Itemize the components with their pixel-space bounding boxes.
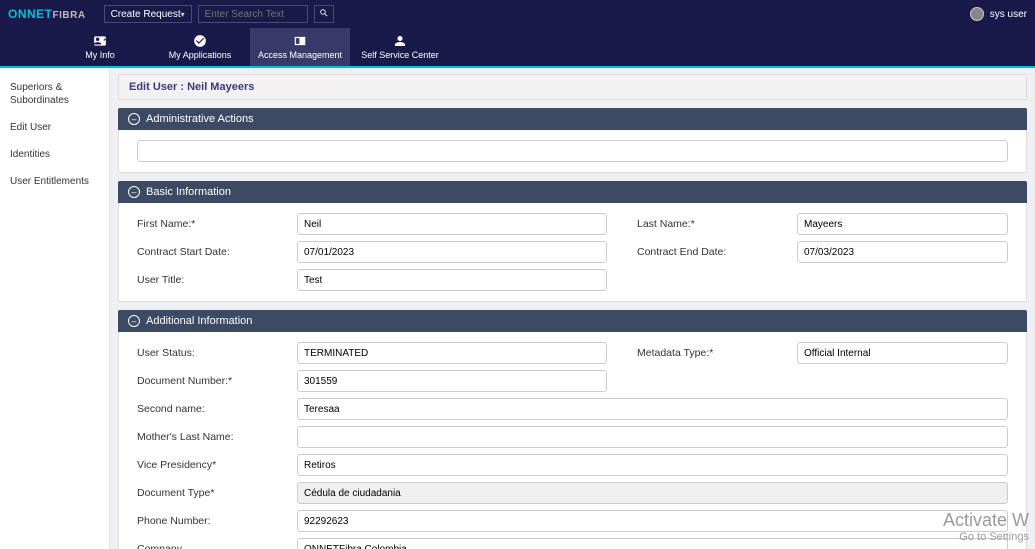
create-request-dropdown[interactable]: Create Request▾ — [104, 5, 192, 23]
tabbar: My Info My Applications Access Managemen… — [0, 28, 1035, 68]
section-admin-header[interactable]: – Administrative Actions — [118, 108, 1027, 130]
sidebar-item-identities[interactable]: Identities — [0, 141, 109, 168]
user-status-label: User Status: — [137, 347, 297, 359]
company-input[interactable] — [297, 538, 1008, 549]
second-name-label: Second name: — [137, 403, 297, 415]
metadata-type-label: Metadata Type:* — [637, 347, 797, 359]
page-title: Edit User : Neil Mayeers — [118, 74, 1027, 100]
doc-number-input[interactable] — [297, 370, 607, 392]
tab-my-info[interactable]: My Info — [50, 28, 150, 66]
second-name-input[interactable] — [297, 398, 1008, 420]
section-basic: – Basic Information First Name:* Last Na… — [118, 181, 1027, 302]
doc-number-label: Document Number:* — [137, 375, 297, 387]
contract-end-input[interactable] — [797, 241, 1008, 263]
brand-logo: ONNETFIBRA — [8, 7, 86, 21]
first-name-input[interactable] — [297, 213, 607, 235]
sidebar-item-entitlements[interactable]: User Entitlements — [0, 168, 109, 195]
mother-last-input[interactable] — [297, 426, 1008, 448]
collapse-icon: – — [128, 113, 140, 125]
company-label: Company — [137, 543, 297, 549]
last-name-input[interactable] — [797, 213, 1008, 235]
sidebar: Superiors & Subordinates Edit User Ident… — [0, 68, 110, 549]
metadata-type-input[interactable] — [797, 342, 1008, 364]
search-input[interactable] — [198, 5, 308, 23]
sidebar-item-superiors[interactable]: Superiors & Subordinates — [0, 74, 109, 114]
mother-last-label: Mother's Last Name: — [137, 431, 297, 443]
topbar: ONNETFIBRA Create Request▾ sys user — [0, 0, 1035, 28]
last-name-label: Last Name:* — [637, 218, 797, 230]
person-icon — [393, 34, 407, 48]
section-basic-header[interactable]: – Basic Information — [118, 181, 1027, 203]
user-title-input[interactable] — [297, 269, 607, 291]
doc-type-label: Document Type* — [137, 487, 297, 499]
check-circle-icon — [193, 34, 207, 48]
contract-start-input[interactable] — [297, 241, 607, 263]
topbar-user[interactable]: sys user — [970, 7, 1027, 21]
phone-label: Phone Number: — [137, 515, 297, 527]
collapse-icon: – — [128, 186, 140, 198]
sidebar-item-edit-user[interactable]: Edit User — [0, 114, 109, 141]
search-button[interactable] — [314, 5, 334, 23]
chevron-down-icon: ▾ — [181, 10, 185, 19]
tab-access-management[interactable]: Access Management — [250, 28, 350, 66]
tab-self-service[interactable]: Self Service Center — [350, 28, 450, 66]
admin-actions-input[interactable] — [137, 140, 1008, 162]
tab-my-applications[interactable]: My Applications — [150, 28, 250, 66]
contract-end-label: Contract End Date: — [637, 246, 797, 258]
search-icon — [319, 8, 329, 21]
collapse-icon: – — [128, 315, 140, 327]
vice-pres-input[interactable] — [297, 454, 1008, 476]
contract-start-label: Contract Start Date: — [137, 246, 297, 258]
id-card-icon — [293, 34, 307, 48]
vice-pres-label: Vice Presidency* — [137, 459, 297, 471]
avatar — [970, 7, 984, 21]
first-name-label: First Name:* — [137, 218, 297, 230]
card-icon — [93, 34, 107, 48]
phone-input[interactable] — [297, 510, 1008, 532]
section-additional-header[interactable]: – Additional Information — [118, 310, 1027, 332]
doc-type-input[interactable] — [297, 482, 1008, 504]
user-status-input[interactable] — [297, 342, 607, 364]
user-label: sys user — [990, 9, 1027, 20]
user-title-label: User Title: — [137, 274, 297, 286]
section-admin: – Administrative Actions — [118, 108, 1027, 173]
section-additional: – Additional Information User Status: Me… — [118, 310, 1027, 549]
main-content: Edit User : Neil Mayeers – Administrativ… — [118, 68, 1035, 549]
